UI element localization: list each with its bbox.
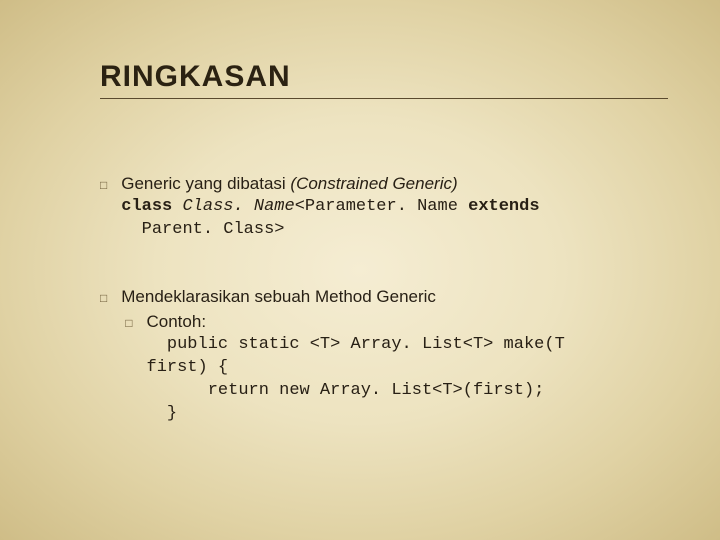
list-item: □ Mendeklarasikan sebuah Method Generic … <box>100 286 668 426</box>
code-line: first) { <box>147 357 669 380</box>
sub-item-content: Contoh: public static <T> Array. List<T>… <box>147 311 669 426</box>
code-keyword: extends <box>468 197 539 216</box>
item-text-italic: (Constrained Generic) <box>290 174 457 193</box>
code-line: Parent. Class> <box>121 219 668 242</box>
code-line: public static <T> Array. List<T> make(T <box>147 334 669 357</box>
square-bullet-icon: □ <box>125 315 132 331</box>
item-text: Generic yang dibatasi <box>121 174 290 193</box>
list-item: □ Generic yang dibatasi (Constrained Gen… <box>100 173 668 242</box>
page-title: RINGKASAN <box>100 60 668 94</box>
code-block: class Class. Name<Parameter. Name extend… <box>121 196 668 219</box>
code-classname: Class. Name <box>182 197 294 216</box>
title-wrap: RINGKASAN <box>100 60 668 99</box>
square-bullet-icon: □ <box>100 290 107 306</box>
list-item-content: Generic yang dibatasi (Constrained Gener… <box>121 173 668 242</box>
item-text: Mendeklarasikan sebuah Method Generic <box>121 287 436 306</box>
code-line: return new Array. List<T>(first); <box>147 380 669 403</box>
sub-item: □ Contoh: public static <T> Array. List<… <box>121 311 668 426</box>
code-text: <Parameter. Name <box>295 197 468 216</box>
slide: RINGKASAN □ Generic yang dibatasi (Const… <box>0 0 720 509</box>
list-item-content: Mendeklarasikan sebuah Method Generic □ … <box>121 286 668 426</box>
code-keyword: class <box>121 197 182 216</box>
sub-label: Contoh: <box>147 312 207 331</box>
square-bullet-icon: □ <box>100 177 107 193</box>
code-line: } <box>147 403 669 426</box>
